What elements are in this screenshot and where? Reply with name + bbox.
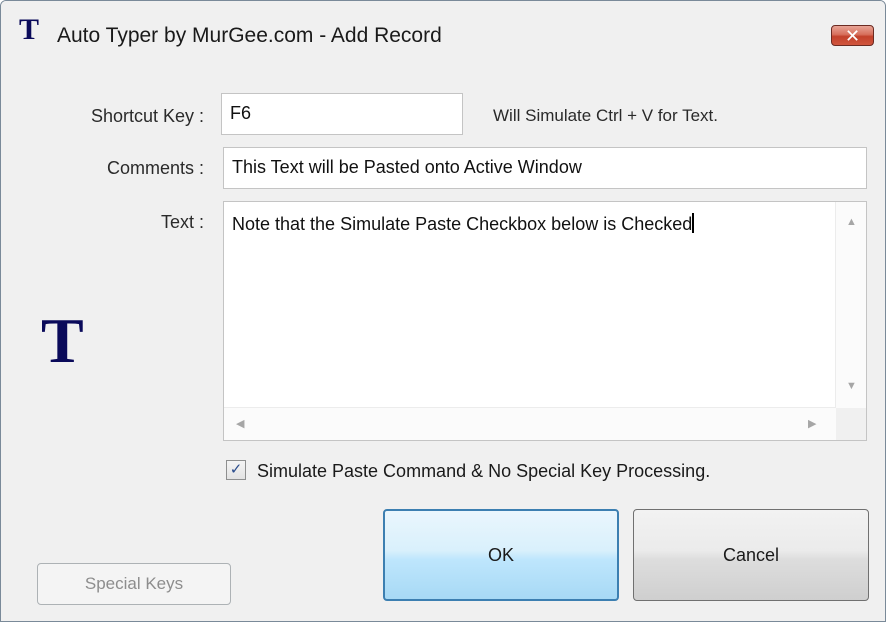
shortcut-key-label: Shortcut Key : [90, 106, 204, 126]
title-bar[interactable]: T Auto Typer by MurGee.com - Add Record … [1, 1, 885, 76]
special-keys-button[interactable]: Special Keys [37, 563, 231, 605]
add-record-dialog: T Auto Typer by MurGee.com - Add Record … [0, 0, 886, 622]
text-label: Text : [160, 212, 204, 232]
scroll-up-arrow-icon[interactable]: ▲ [846, 216, 857, 228]
ok-button[interactable]: OK [383, 509, 619, 601]
simulate-paste-label[interactable]: Simulate Paste Command & No Special Key … [257, 460, 710, 482]
close-icon: ✕ [844, 26, 861, 46]
app-t-icon: T [19, 13, 40, 46]
scrollbar-corner [836, 408, 866, 440]
vertical-scrollbar[interactable]: ▲ ▼ [835, 202, 866, 408]
shortcut-hint-text: Will Simulate Ctrl + V for Text. [493, 106, 718, 125]
close-button[interactable]: ✕ [831, 25, 874, 46]
text-area-value: Note that the Simulate Paste Checkbox be… [232, 214, 693, 234]
window-title: Auto Typer by MurGee.com - Add Record [57, 24, 442, 47]
text-caret [692, 213, 695, 233]
scroll-right-arrow-icon[interactable]: ▶ [808, 417, 816, 430]
text-area-content[interactable]: Note that the Simulate Paste Checkbox be… [232, 212, 695, 236]
text-area[interactable]: Note that the Simulate Paste Checkbox be… [223, 201, 867, 441]
horizontal-scrollbar[interactable]: ◀ ▶ [224, 407, 836, 440]
simulate-paste-checkbox[interactable]: ✓ [226, 460, 246, 480]
scroll-down-arrow-icon[interactable]: ▼ [846, 380, 857, 392]
shortcut-key-field[interactable]: F6 [221, 93, 463, 135]
comments-field[interactable]: This Text will be Pasted onto Active Win… [223, 147, 867, 189]
comments-label: Comments : [106, 158, 204, 178]
cancel-button[interactable]: Cancel [633, 509, 869, 601]
checkmark-icon: ✓ [229, 461, 243, 478]
scroll-left-arrow-icon[interactable]: ◀ [236, 417, 244, 430]
large-t-logo-icon: T [41, 305, 84, 376]
